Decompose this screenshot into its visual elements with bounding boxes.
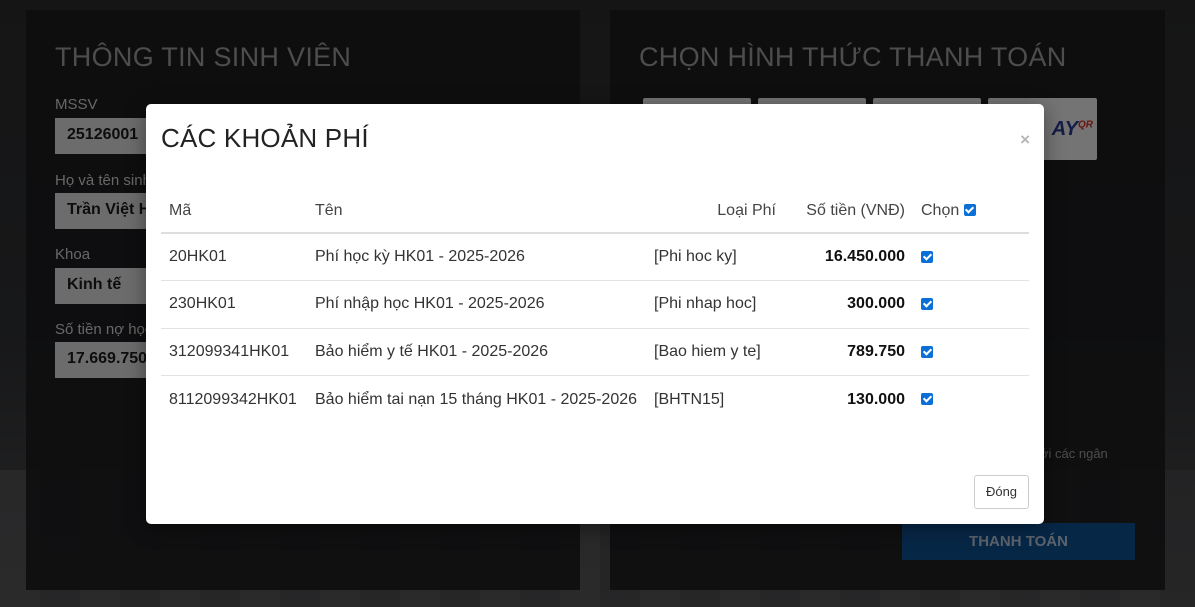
column-header-select: Chọn [913,189,1029,234]
fee-code: 8112099342HK01 [161,375,307,423]
fees-table: Mã Tên Loại Phí Số tiền (VNĐ) Chọn 20HK0… [161,189,1029,423]
close-button[interactable]: Đóng [974,475,1029,509]
table-row: 8112099342HK01 Bảo hiểm tai nạn 15 tháng… [161,375,1029,423]
column-header-code: Mã [161,189,307,234]
fee-checkbox[interactable] [921,298,933,311]
fee-amount: 300.000 [784,280,913,328]
close-icon[interactable]: × [1020,130,1030,150]
table-row: 20HK01 Phí học kỳ HK01 - 2025-2026 [Phi … [161,233,1029,281]
modal-title: CÁC KHOẢN PHÍ [161,123,369,153]
table-row: 312099341HK01 Bảo hiểm y tế HK01 - 2025-… [161,327,1029,376]
fee-type: [Phi nhap hoc] [646,280,784,328]
select-header-label: Chọn [921,201,960,219]
fee-select-cell [913,327,1029,376]
column-header-name: Tên [307,189,646,234]
fee-name: Phí học kỳ HK01 - 2025-2026 [315,248,525,265]
fee-type: [BHTN15] [646,375,784,423]
fee-checkbox[interactable] [921,393,933,406]
fee-amount: 16.450.000 [824,248,905,265]
fee-select-cell [913,233,1029,281]
fee-type: [Bao hiem y te] [646,327,784,376]
fee-code: 312099341HK01 [161,327,307,376]
fee-type: [Phi hoc ky] [654,248,737,265]
fees-modal: CÁC KHOẢN PHÍ × Mã Tên Loại Phí Số tiền … [146,104,1044,524]
table-header-row: Mã Tên Loại Phí Số tiền (VNĐ) Chọn [161,189,1029,234]
column-header-type: Loại Phí [646,189,784,234]
fee-name: Bảo hiểm tai nạn 15 tháng HK01 - 2025-20… [307,375,646,423]
fee-amount: 130.000 [784,375,913,423]
table-row: 230HK01 Phí nhập học HK01 - 2025-2026 [P… [161,280,1029,328]
fee-name: Phí nhập học HK01 - 2025-2026 [307,280,646,328]
fee-checkbox[interactable] [921,250,933,263]
fee-amount: 789.750 [784,327,913,376]
fee-code: 20HK01 [169,248,227,265]
fee-name: Bảo hiểm y tế HK01 - 2025-2026 [307,327,646,376]
fee-checkbox[interactable] [921,345,933,358]
fee-select-cell [913,280,1029,328]
fee-code: 230HK01 [161,280,307,328]
fee-select-cell [913,375,1029,423]
column-header-amount: Số tiền (VNĐ) [784,189,913,234]
select-all-checkbox[interactable] [963,204,976,217]
